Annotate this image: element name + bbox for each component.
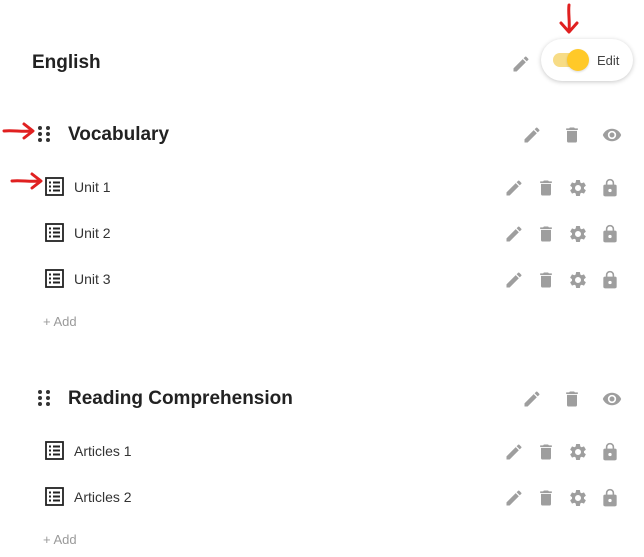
annotation-arrow-right-icon — [2, 121, 36, 141]
edit-item-button[interactable] — [503, 177, 525, 199]
add-item-button[interactable]: + Add — [43, 532, 77, 547]
annotation-arrow-down-icon — [558, 3, 580, 35]
edit-section-button[interactable] — [521, 124, 543, 146]
toggle-track[interactable] — [553, 49, 589, 71]
drag-handle-icon[interactable] — [37, 389, 51, 407]
course-title: English — [32, 52, 101, 73]
gear-icon — [570, 443, 586, 460]
eye-icon — [602, 392, 622, 406]
toggle-label: Edit — [597, 52, 620, 68]
eye-icon — [602, 128, 622, 142]
annotation-arrow-right-icon — [10, 171, 44, 191]
list-item-label[interactable]: Articles 1 — [74, 443, 132, 459]
pencil-icon — [506, 444, 522, 460]
edit-mode-toggle[interactable]: Edit — [541, 39, 633, 81]
pencil-icon — [506, 226, 522, 242]
delete-item-button[interactable] — [535, 269, 557, 291]
item-lock-button[interactable] — [599, 487, 621, 509]
item-lock-button[interactable] — [599, 269, 621, 291]
lock-icon — [603, 178, 617, 197]
trash-icon — [566, 391, 578, 407]
list-item-label[interactable]: Unit 2 — [74, 225, 111, 241]
pencil-icon — [506, 490, 522, 506]
list-item-label[interactable]: Articles 2 — [74, 489, 132, 505]
trash-icon — [566, 127, 578, 143]
gear-icon — [570, 489, 586, 506]
edit-item-button[interactable] — [503, 487, 525, 509]
edit-course-button[interactable] — [510, 53, 532, 75]
lock-icon — [603, 442, 617, 461]
edit-item-button[interactable] — [503, 269, 525, 291]
delete-item-button[interactable] — [535, 223, 557, 245]
delete-item-button[interactable] — [535, 441, 557, 463]
delete-item-button[interactable] — [535, 177, 557, 199]
pencil-icon — [506, 180, 522, 196]
list-item-label[interactable]: Unit 3 — [74, 271, 111, 287]
item-lock-button[interactable] — [599, 223, 621, 245]
delete-item-button[interactable] — [535, 487, 557, 509]
item-settings-button[interactable] — [567, 177, 589, 199]
trash-icon — [540, 272, 552, 288]
item-settings-button[interactable] — [567, 223, 589, 245]
pencil-icon — [524, 391, 540, 407]
lock-icon — [603, 270, 617, 289]
section-title: Reading Comprehension — [68, 388, 293, 409]
pencil-icon — [513, 56, 529, 72]
pencil-icon — [506, 272, 522, 288]
lock-icon — [603, 488, 617, 507]
delete-section-button[interactable] — [561, 388, 583, 410]
edit-item-button[interactable] — [503, 441, 525, 463]
edit-section-button[interactable] — [521, 388, 543, 410]
trash-icon — [540, 226, 552, 242]
list-icon — [45, 269, 64, 293]
list-icon — [45, 441, 64, 465]
toggle-knob[interactable] — [567, 49, 589, 71]
list-icon — [45, 223, 64, 247]
trash-icon — [540, 444, 552, 460]
section-title: Vocabulary — [68, 124, 170, 145]
gear-icon — [570, 271, 586, 288]
gear-icon — [570, 225, 586, 242]
toggle-visibility-button[interactable] — [601, 388, 623, 410]
edit-item-button[interactable] — [503, 223, 525, 245]
list-icon — [45, 177, 64, 201]
delete-section-button[interactable] — [561, 124, 583, 146]
item-settings-button[interactable] — [567, 269, 589, 291]
list-item-label[interactable]: Unit 1 — [74, 179, 111, 195]
lock-icon — [603, 224, 617, 243]
trash-icon — [540, 180, 552, 196]
drag-handle-icon[interactable] — [37, 125, 51, 143]
add-item-button[interactable]: + Add — [43, 314, 77, 329]
list-icon — [45, 487, 64, 511]
item-lock-button[interactable] — [599, 441, 621, 463]
gear-icon — [570, 179, 586, 196]
pencil-icon — [524, 127, 540, 143]
trash-icon — [540, 490, 552, 506]
item-settings-button[interactable] — [567, 487, 589, 509]
item-settings-button[interactable] — [567, 441, 589, 463]
toggle-visibility-button[interactable] — [601, 124, 623, 146]
item-lock-button[interactable] — [599, 177, 621, 199]
